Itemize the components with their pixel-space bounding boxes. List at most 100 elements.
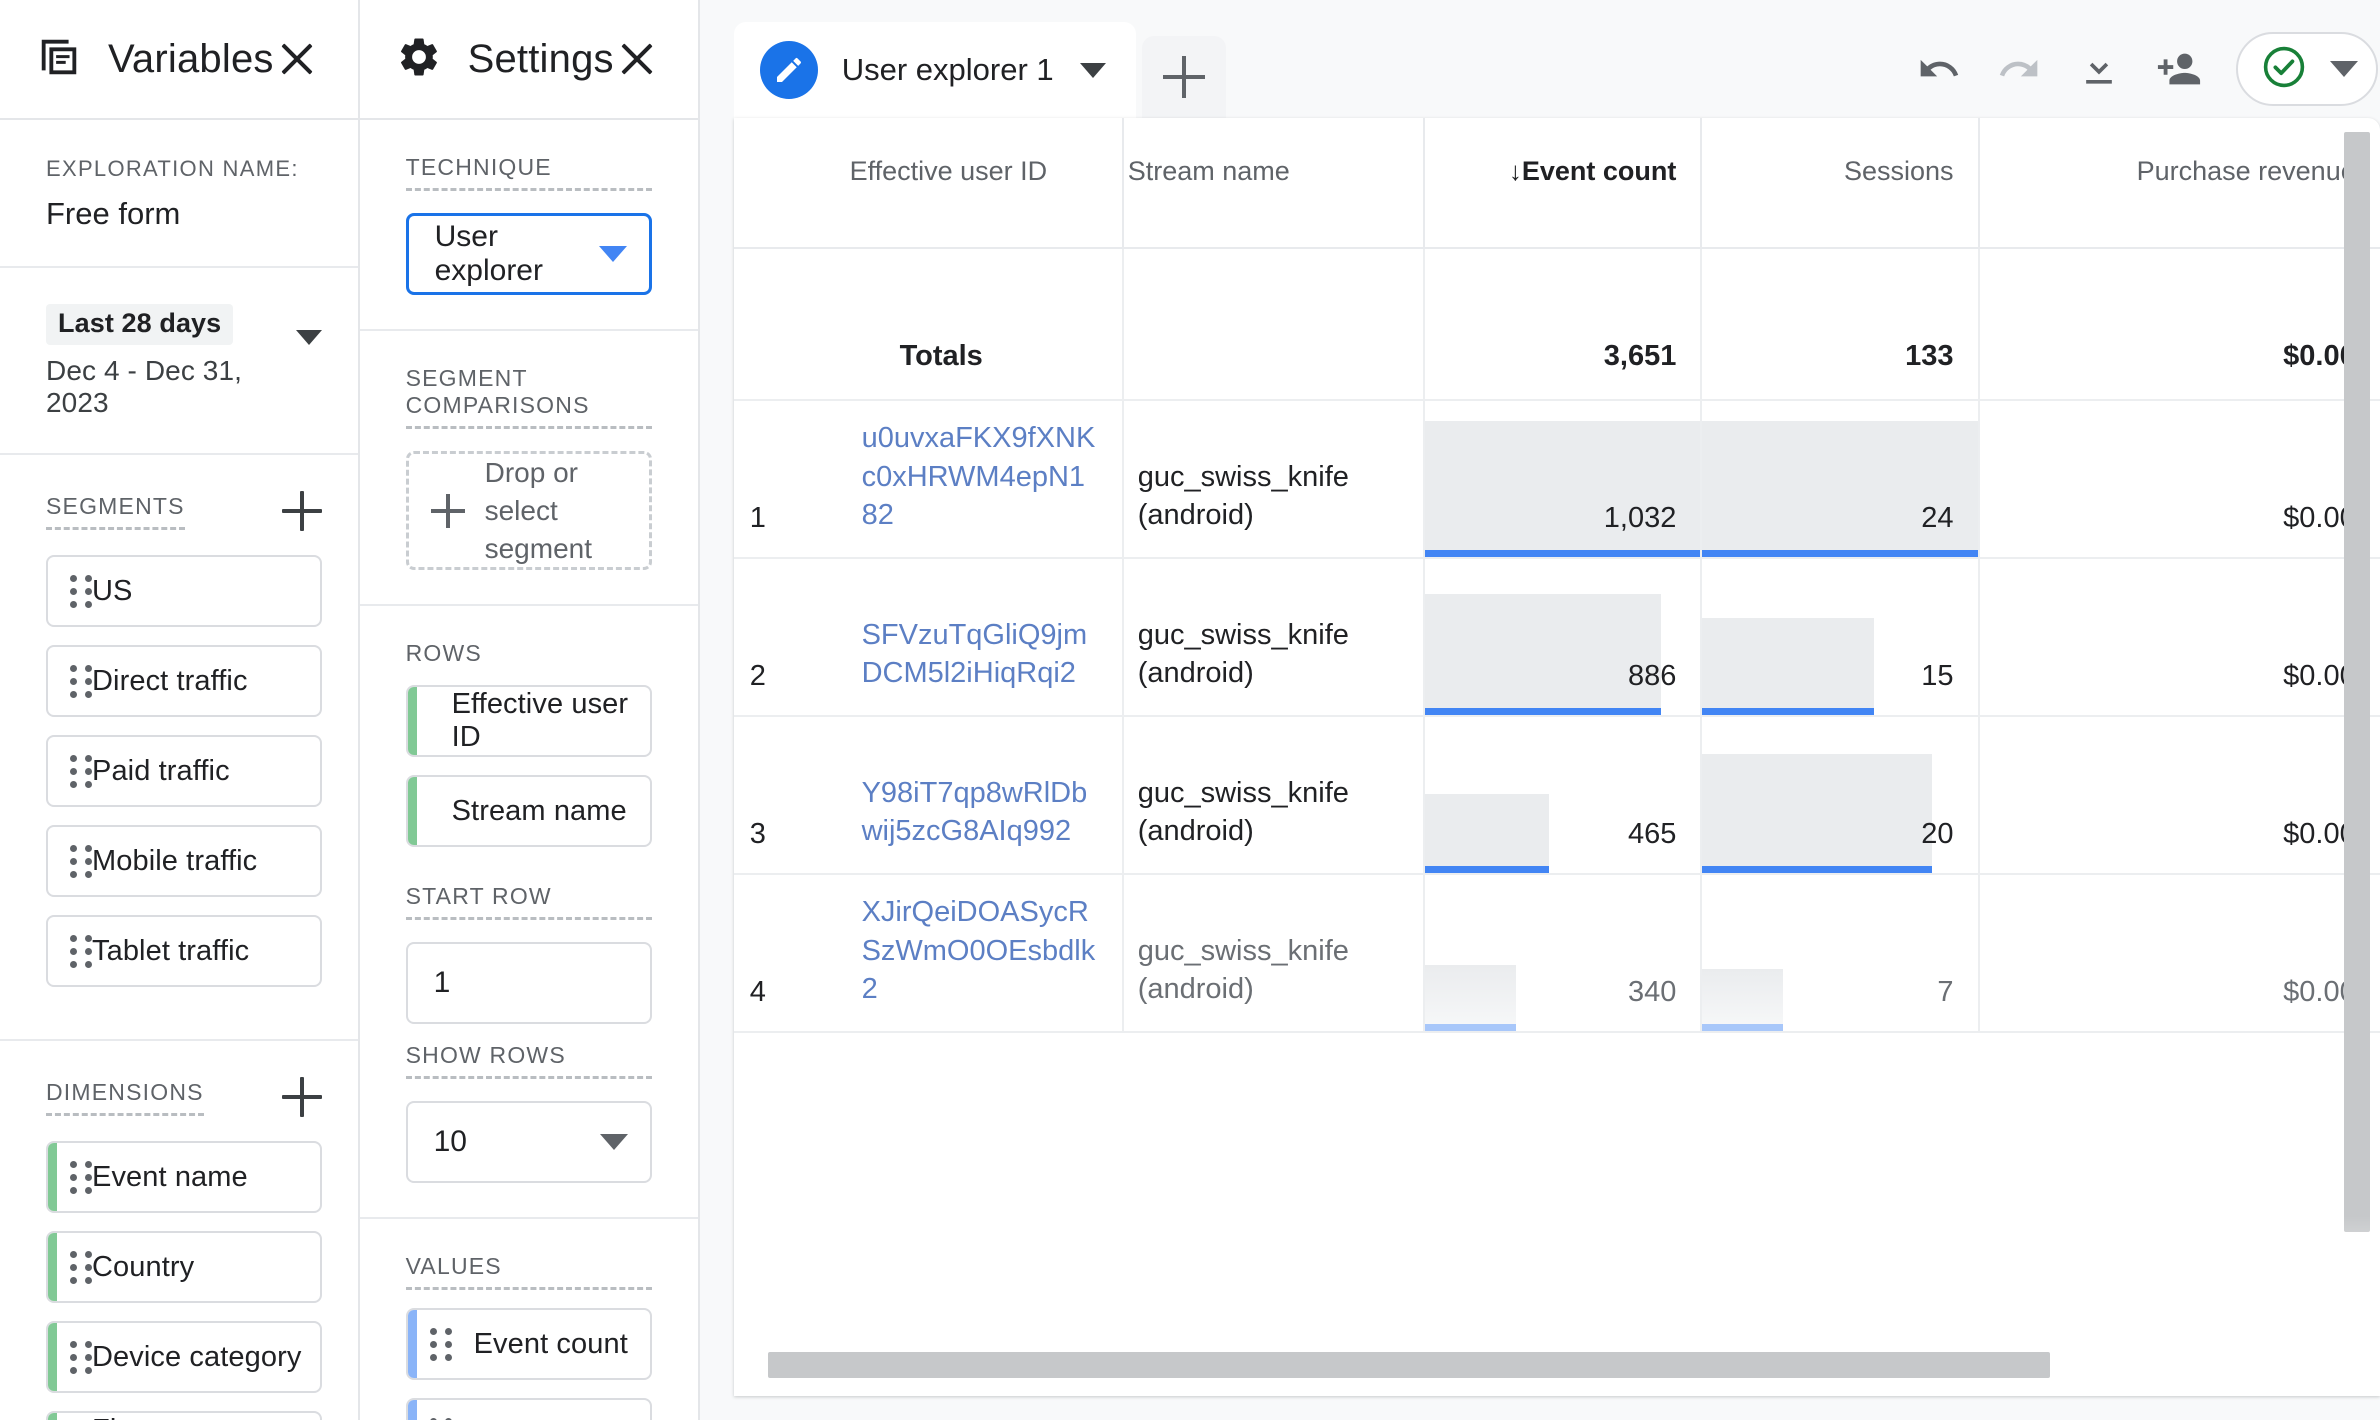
date-range-chevron-down-icon[interactable] — [296, 330, 322, 345]
share-add-user-button[interactable] — [2142, 32, 2216, 106]
tab-chevron-down-icon[interactable] — [1080, 63, 1106, 78]
drag-handle-icon[interactable] — [70, 1250, 92, 1284]
table-header-row: Effective user ID Stream name ↓Event cou… — [734, 118, 2380, 248]
rows-item-label: Stream name — [452, 795, 627, 828]
check-circle-icon — [2260, 43, 2308, 96]
plus-icon — [1163, 56, 1205, 98]
row-index: 1 — [734, 400, 846, 558]
sessions-bar — [1702, 754, 1931, 873]
segment-item-mobile-traffic[interactable]: Mobile traffic — [46, 825, 322, 897]
undo-button[interactable] — [1902, 32, 1976, 106]
drag-handle-icon[interactable] — [70, 934, 92, 968]
drag-handle-icon[interactable] — [70, 574, 92, 608]
dimension-item-first-user-medium[interactable]: First user medium — [46, 1411, 322, 1420]
row-effective-user-id[interactable]: Y98iT7qp8wRlDbwij5zcG8AIq992 — [846, 716, 1123, 874]
table-row[interactable]: 4 XJirQeiDOASycRSzWmO0OEsbdlk2 guc_swiss… — [734, 874, 2380, 1032]
segment-comparisons-section: SEGMENT COMPARISONS Drop or select segme… — [360, 331, 698, 606]
segment-item-us[interactable]: US — [46, 555, 322, 627]
drag-handle-icon[interactable] — [70, 844, 92, 878]
dimensions-header: DIMENSIONS — [46, 1077, 322, 1117]
drag-handle-icon[interactable] — [70, 1160, 92, 1194]
variables-panel-header: Variables — [0, 0, 358, 120]
sessions-bar — [1702, 969, 1782, 1031]
values-item-sessions[interactable]: Sessions — [406, 1398, 652, 1420]
download-button[interactable] — [2062, 32, 2136, 106]
rows-label: ROWS — [406, 640, 652, 667]
row-effective-user-id[interactable]: XJirQeiDOASycRSzWmO0OEsbdlk2 — [846, 874, 1123, 1032]
show-rows-select[interactable]: 10 — [406, 1101, 652, 1183]
row-index: 3 — [734, 716, 846, 874]
column-header-effective-user-id[interactable]: Effective user ID — [846, 118, 1123, 248]
row-event-count: 340 — [1424, 874, 1701, 1032]
table-row-totals: Totals 3,651 133 $0.00 — [734, 248, 2380, 400]
sessions-bar — [1702, 421, 1977, 557]
rows-item-effective-user-id[interactable]: Effective user ID — [406, 685, 652, 757]
settings-panel: Settings TECHNIQUE User explorer SEGMENT… — [360, 0, 700, 1420]
values-item-label: Event count — [474, 1328, 628, 1361]
start-row-input[interactable]: 1 — [406, 942, 652, 1024]
column-header-purchase-revenue[interactable]: Purchase revenue — [1979, 118, 2380, 248]
main-content: User explorer 1 — [700, 0, 2380, 1420]
redo-button[interactable] — [1982, 32, 2056, 106]
dimension-item-event-name[interactable]: Event name — [46, 1141, 322, 1213]
sessions-bar — [1702, 618, 1874, 715]
row-effective-user-id[interactable]: SFVzuTqGliQ9jmDCM5l2iHiqRqi2 — [846, 558, 1123, 716]
drag-handle-icon[interactable] — [430, 1327, 452, 1361]
drag-handle-icon[interactable] — [70, 664, 92, 698]
row-purchase-revenue: $0.00 — [1979, 874, 2380, 1032]
row-event-count: 886 — [1424, 558, 1701, 716]
table-row[interactable]: 1 u0uvxaFKX9fXNKc0xHRWM4epN182 guc_swiss… — [734, 400, 2380, 558]
exploration-name-value[interactable]: Free form — [46, 196, 322, 232]
close-variables-icon[interactable] — [274, 36, 320, 82]
segment-item-paid-traffic[interactable]: Paid traffic — [46, 735, 322, 807]
column-header-sessions[interactable]: Sessions — [1701, 118, 1978, 248]
horizontal-scrollbar[interactable] — [768, 1352, 2050, 1378]
technique-select[interactable]: User explorer — [406, 213, 652, 295]
totals-purchase-revenue: $0.00 — [1979, 248, 2380, 400]
date-range-text: Last 28 days Dec 4 - Dec 31, 2023 — [46, 304, 296, 419]
gear-icon — [396, 34, 442, 85]
dimension-item-country[interactable]: Country — [46, 1231, 322, 1303]
close-settings-icon[interactable] — [614, 36, 660, 82]
show-rows-label: SHOW ROWS — [406, 1042, 652, 1079]
row-effective-user-id[interactable]: u0uvxaFKX9fXNKc0xHRWM4epN182 — [846, 400, 1123, 558]
column-header-event-count[interactable]: ↓Event count — [1424, 118, 1701, 248]
row-stream-name: guc_swiss_knife (android) — [1123, 400, 1424, 558]
row-stream-name: guc_swiss_knife (android) — [1123, 874, 1424, 1032]
column-header-stream-name[interactable]: Stream name — [1123, 118, 1424, 248]
add-tab-button[interactable] — [1142, 36, 1226, 118]
sort-descending-icon: ↓ — [1509, 156, 1522, 186]
totals-label: Totals — [846, 248, 1123, 400]
segment-label: Tablet traffic — [92, 935, 249, 968]
drag-handle-icon[interactable] — [70, 754, 92, 788]
tab-user-explorer-1[interactable]: User explorer 1 — [734, 22, 1136, 118]
column-header-event-count-label: Event count — [1522, 156, 1677, 186]
table-row[interactable]: 2 SFVzuTqGliQ9jmDCM5l2iHiqRqi2 guc_swiss… — [734, 558, 2380, 716]
row-sessions: 7 — [1701, 874, 1978, 1032]
variables-panel: Variables EXPLORATION NAME: Free form La… — [0, 0, 360, 1420]
segment-item-tablet-traffic[interactable]: Tablet traffic — [46, 915, 322, 987]
totals-index-cell — [734, 248, 846, 400]
row-stream-name: guc_swiss_knife (android) — [1123, 558, 1424, 716]
segment-label: Paid traffic — [92, 755, 230, 788]
edit-pencil-icon — [760, 41, 818, 99]
add-dimension-plus-icon[interactable] — [282, 1077, 322, 1117]
vertical-scrollbar[interactable] — [2344, 132, 2370, 1232]
drag-handle-icon[interactable] — [70, 1340, 92, 1374]
save-options-chevron-down-icon[interactable] — [2330, 61, 2358, 77]
row-purchase-revenue: $0.00 — [1979, 558, 2380, 716]
row-event-count: 465 — [1424, 716, 1701, 874]
table-scroll-area[interactable]: Effective user ID Stream name ↓Event cou… — [734, 118, 2380, 1396]
table-row[interactable]: 3 Y98iT7qp8wRlDbwij5zcG8AIq992 guc_swiss… — [734, 716, 2380, 874]
row-index: 2 — [734, 558, 846, 716]
segment-dropzone[interactable]: Drop or select segment — [406, 451, 652, 570]
save-status-button[interactable] — [2236, 32, 2378, 106]
dimension-label: Event name — [92, 1161, 248, 1194]
add-segment-plus-icon[interactable] — [282, 491, 322, 531]
segment-item-direct-traffic[interactable]: Direct traffic — [46, 645, 322, 717]
date-range-section[interactable]: Last 28 days Dec 4 - Dec 31, 2023 — [0, 268, 358, 455]
dimension-item-device-category[interactable]: Device category — [46, 1321, 322, 1393]
values-item-event-count[interactable]: Event count — [406, 1308, 652, 1380]
row-sessions: 20 — [1701, 716, 1978, 874]
rows-item-stream-name[interactable]: Stream name — [406, 775, 652, 847]
